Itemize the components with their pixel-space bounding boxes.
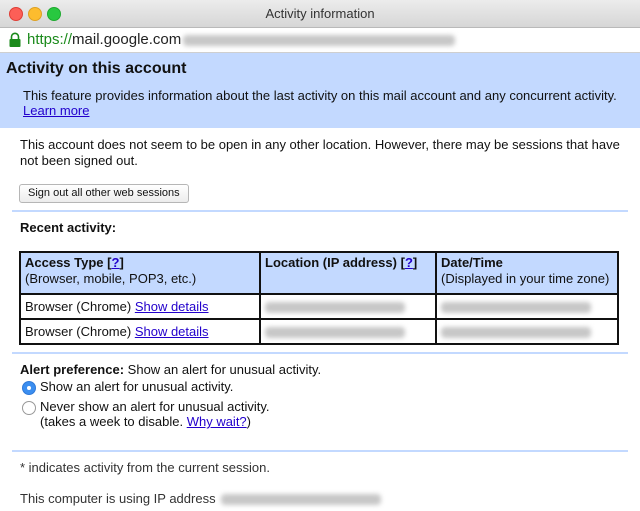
lock-icon	[9, 32, 21, 47]
date-time-cell	[435, 293, 619, 320]
ip-notice: This computer is using IP address	[20, 491, 382, 507]
date-redacted	[441, 327, 591, 339]
table-row: Browser (Chrome) Show details	[19, 293, 619, 320]
current-session-footnote: * indicates activity from the current se…	[20, 460, 270, 475]
bracket: ]	[412, 255, 418, 270]
activity-table: Access Type [?] (Browser, mobile, POP3, …	[19, 251, 619, 345]
window-titlebar: Activity information	[0, 0, 640, 28]
show-details-link[interactable]: Show details	[135, 324, 209, 339]
url-host: mail.google.com	[72, 31, 182, 48]
note-text: (takes a week to disable.	[40, 414, 184, 429]
column-title: Access Type	[25, 255, 104, 270]
date-time-cell	[435, 318, 619, 345]
location-cell	[259, 318, 437, 345]
location-help-link[interactable]: ?	[405, 255, 413, 270]
activity-header: Activity on this account This feature pr…	[0, 53, 640, 128]
divider	[12, 352, 628, 354]
why-wait-link[interactable]: Why wait?	[187, 414, 247, 429]
page-title: Activity on this account	[6, 60, 187, 77]
date-redacted	[441, 302, 591, 314]
column-title: Date/Time	[441, 255, 503, 270]
divider	[12, 210, 628, 212]
divider	[12, 450, 628, 452]
alert-current: Show an alert for unusual activity.	[127, 362, 322, 377]
window-title: Activity information	[265, 6, 375, 21]
alert-never-radio[interactable]	[22, 401, 36, 415]
url-redacted	[183, 34, 456, 46]
access-type: Browser (Chrome)	[25, 324, 132, 339]
alert-label: Alert preference:	[20, 362, 125, 377]
column-subtitle: (Displayed in your time zone)	[441, 271, 610, 286]
description-text: This feature provides information about …	[23, 88, 617, 103]
access-type-cell: Browser (Chrome) Show details	[19, 293, 261, 320]
recent-activity-heading: Recent activity:	[20, 220, 117, 235]
sign-out-sessions-button[interactable]: Sign out all other web sessions	[19, 184, 189, 203]
column-title: Location (IP address)	[265, 255, 397, 270]
alert-show-radio[interactable]	[22, 381, 36, 395]
alert-show-label[interactable]: Show an alert for unusual activity.	[40, 379, 233, 395]
bracket: ]	[119, 255, 124, 270]
access-type-cell: Browser (Chrome) Show details	[19, 318, 261, 345]
location-redacted	[265, 302, 405, 314]
table-row: Browser (Chrome) Show details	[19, 318, 619, 345]
ip-notice-text: This computer is using IP address	[20, 491, 216, 506]
location-redacted	[265, 327, 405, 339]
column-subtitle: (Browser, mobile, POP3, etc.)	[25, 271, 197, 286]
alert-preference: Alert preference: Show an alert for unus…	[20, 362, 321, 378]
learn-more-link[interactable]: Learn more	[23, 103, 89, 118]
session-notice: This account does not seem to be open in…	[20, 137, 620, 168]
address-bar[interactable]: https://mail.google.com	[0, 28, 640, 53]
column-date-time: Date/Time (Displayed in your time zone)	[435, 251, 619, 295]
table-header-row: Access Type [?] (Browser, mobile, POP3, …	[19, 251, 619, 295]
url-scheme: https://	[27, 31, 73, 48]
column-location: Location (IP address) [?]	[259, 251, 437, 295]
url-text[interactable]: https://mail.google.com	[27, 31, 456, 48]
note-end: )	[246, 414, 252, 429]
location-cell	[259, 293, 437, 320]
ip-redacted	[221, 494, 382, 506]
header-description: This feature provides information about …	[23, 88, 623, 118]
alert-never-note: (takes a week to disable. Why wait?)	[40, 414, 251, 430]
alert-never-label[interactable]: Never show an alert for unusual activity…	[40, 399, 270, 415]
show-details-link[interactable]: Show details	[135, 299, 209, 314]
access-type: Browser (Chrome)	[25, 299, 132, 314]
column-access-type: Access Type [?] (Browser, mobile, POP3, …	[19, 251, 261, 295]
